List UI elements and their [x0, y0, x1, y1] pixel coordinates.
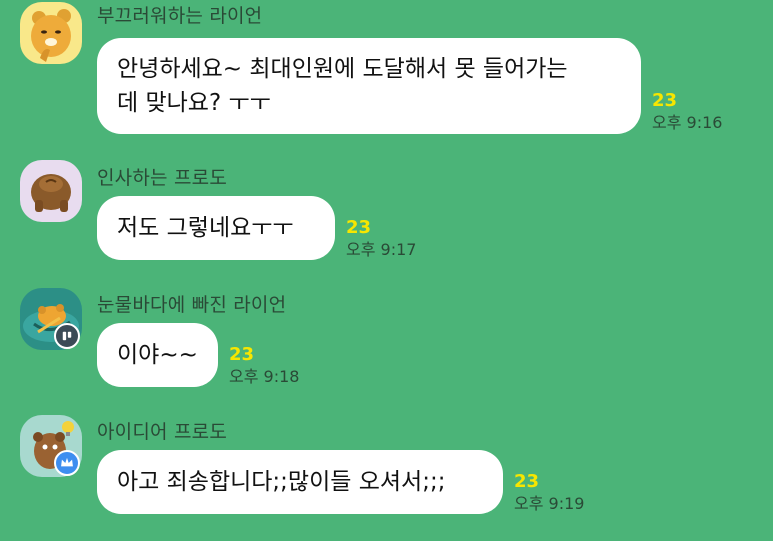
message-bubble[interactable]: 안녕하세요~ 최대인원에 도달해서 못 들어가는 데 맞나요? ㅜㅜ [97, 38, 641, 134]
unread-count: 23 [652, 90, 678, 111]
message-meta: 23 오후 9:19 [514, 471, 584, 515]
unread-count: 23 [514, 471, 540, 492]
message-text-line: 이야~~ [117, 342, 198, 368]
sender-name: 인사하는 프로도 [97, 167, 227, 189]
message-time: 오후 9:18 [229, 367, 300, 386]
message-time: 오후 9:16 [652, 113, 723, 132]
ryan-shy-avatar-icon[interactable] [20, 2, 82, 64]
message-meta: 23 오후 9:17 [346, 217, 416, 261]
message-bubble[interactable]: 아고 죄송합니다;;많이들 오셔서;;; [97, 450, 503, 514]
message-text-line: 아고 죄송합니다;;많이들 오셔서;;; [117, 469, 446, 495]
message-time: 오후 9:19 [514, 494, 585, 513]
unread-count: 23 [229, 344, 255, 365]
sender-name: 부끄러워하는 라이언 [97, 5, 263, 27]
message-time: 오후 9:17 [346, 240, 417, 259]
sender-name: 아이디어 프로도 [97, 421, 227, 443]
frodo-bowing-avatar-icon[interactable] [20, 160, 82, 222]
message-bubble[interactable]: 이야~~ [97, 323, 218, 387]
sender-name: 눈물바다에 빠진 라이언 [97, 294, 287, 316]
manager-badge-icon [54, 323, 80, 349]
message-bubble[interactable]: 저도 그렇네요ㅜㅜ [97, 196, 335, 260]
host-crown-badge-icon [54, 450, 80, 476]
message-meta: 23 오후 9:16 [652, 90, 722, 134]
message-meta: 23 오후 9:18 [229, 344, 299, 388]
message-text-line: 데 맞나요? ㅜㅜ [117, 90, 271, 116]
message-text-line: 저도 그렇네요ㅜㅜ [117, 215, 294, 241]
unread-count: 23 [346, 217, 372, 238]
message-text-line: 안녕하세요~ 최대인원에 도달해서 못 들어가는 [117, 56, 568, 82]
